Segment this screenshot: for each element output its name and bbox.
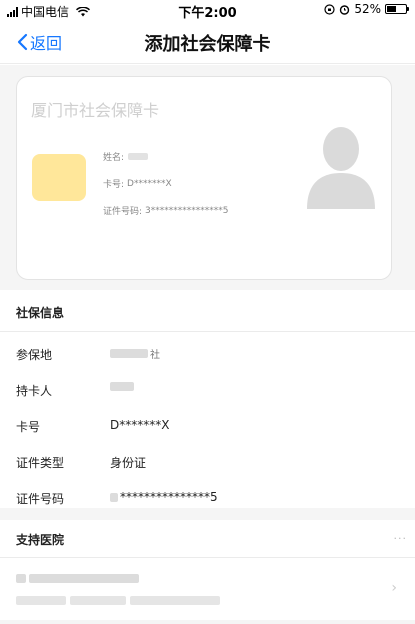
section-gap: [0, 508, 415, 520]
status-right: 52%: [324, 2, 409, 16]
battery-percent: 52%: [354, 2, 381, 16]
hospital-name-redacted: [16, 574, 139, 583]
card-name-redacted: [128, 153, 149, 160]
info-value: D*******X: [110, 418, 170, 432]
hospitals-header: 支持医院 ···: [0, 520, 415, 557]
info-row-id-type: 证件类型 身份证: [0, 444, 415, 480]
divider: [0, 331, 415, 332]
bottom-band: [0, 620, 415, 624]
info-row-insured-place: 参保地 社: [0, 336, 415, 372]
info-value: 身份证: [110, 456, 147, 470]
rotation-lock-icon: [324, 3, 335, 15]
social-info-title: 社保信息: [16, 306, 65, 320]
card-id-value: 3****************5: [145, 205, 229, 216]
card-title: 厦门市社会保障卡: [31, 101, 160, 120]
card-id-label: 证件号码:: [103, 207, 143, 217]
battery-icon: [385, 4, 409, 14]
info-row-card-number: 卡号 D*******X: [0, 408, 415, 444]
info-value-text: ***************5: [120, 490, 218, 504]
info-row-cardholder: 持卡人: [0, 372, 415, 408]
card-name-label: 姓名:: [103, 153, 125, 163]
info-value-redacted: 社: [110, 346, 160, 361]
ellipsis-icon[interactable]: ···: [394, 532, 408, 545]
info-value: ***************5: [110, 490, 218, 504]
hospital-address-redacted: [16, 596, 220, 605]
info-key: 证件号码: [16, 492, 65, 506]
hospital-list-item[interactable]: ›: [0, 560, 415, 620]
card-number-label: 卡号:: [103, 180, 125, 190]
chevron-right-icon: ›: [391, 580, 397, 596]
info-value-redacted: [110, 382, 134, 391]
nav-bar: 返回 添加社会保障卡: [0, 20, 415, 64]
status-bar: 中国电信 下午2:00 52%: [0, 0, 415, 21]
hospitals-title: 支持医院: [16, 533, 65, 547]
page-title: 添加社会保障卡: [144, 34, 271, 55]
social-security-card: 厦门市社会保障卡 姓名: 卡号: D*******X 证件号码: 3******…: [16, 76, 392, 280]
card-name-line: 姓名:: [103, 150, 149, 163]
alarm-icon: [340, 4, 350, 15]
info-key: 证件类型: [16, 456, 65, 470]
divider: [0, 557, 415, 558]
card-number-line: 卡号: D*******X: [103, 177, 172, 191]
card-number-value: D*******X: [127, 178, 172, 189]
info-key: 参保地: [16, 348, 53, 362]
battery-fill: [387, 6, 397, 12]
info-key: 卡号: [16, 420, 41, 434]
social-info-header: 社保信息: [0, 290, 415, 331]
card-preview-area: 厦门市社会保障卡 姓名: 卡号: D*******X 证件号码: 3******…: [0, 65, 415, 290]
card-chip: [32, 154, 86, 201]
info-key: 持卡人: [16, 384, 53, 398]
card-id-line: 证件号码: 3****************5: [103, 204, 229, 218]
avatar-silhouette-icon: [307, 127, 375, 209]
